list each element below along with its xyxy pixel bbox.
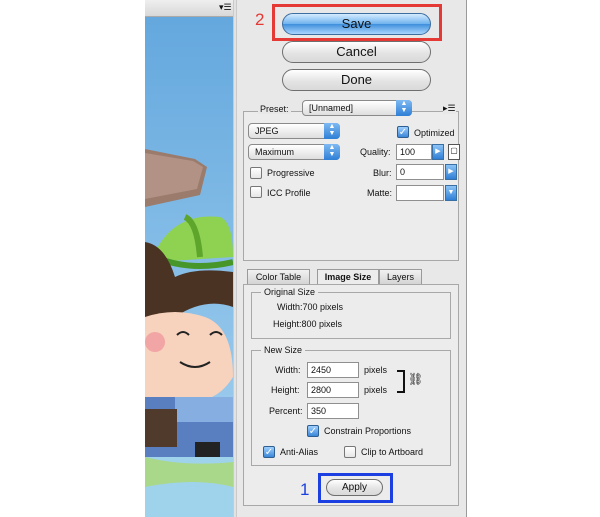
quality-table-icon[interactable]: ▢: [448, 144, 460, 160]
popup-arrows-icon: ▲ ▼: [324, 123, 340, 139]
new-size-title: New Size: [261, 345, 306, 355]
new-height-input[interactable]: 2800: [307, 382, 359, 398]
clip-to-artboard-label: Clip to Artboard: [361, 447, 424, 457]
new-height-unit: pixels: [364, 385, 388, 395]
optimized-checkbox[interactable]: ✓: [397, 126, 409, 138]
tab-color-table[interactable]: Color Table: [247, 269, 310, 284]
anti-alias-label: Anti-Alias: [280, 447, 319, 457]
step-2-number: 2: [255, 10, 265, 29]
original-width: Width:700 pixels: [277, 302, 344, 312]
percent-label: Percent:: [269, 406, 303, 416]
icc-profile-label: ICC Profile: [267, 188, 311, 198]
new-width-label: Width:: [275, 365, 301, 375]
new-height-label: Height:: [271, 385, 300, 395]
new-width-input[interactable]: 2450: [307, 362, 359, 378]
chain-link-icon: ⛓: [408, 372, 424, 386]
anti-alias-checkbox[interactable]: ✓: [263, 446, 275, 458]
preview-header: ▾☰: [145, 0, 233, 17]
cartoon-character-image: [145, 149, 233, 517]
cancel-button[interactable]: Cancel: [282, 41, 431, 63]
constrain-proportions-checkbox[interactable]: ✓: [307, 425, 319, 437]
done-button[interactable]: Done: [282, 69, 431, 91]
percent-input[interactable]: 350: [307, 403, 359, 419]
new-width-unit: pixels: [364, 365, 388, 375]
image-preview: ▾☰: [145, 0, 233, 517]
apply-highlight-box: [318, 473, 393, 503]
original-size-title: Original Size: [261, 287, 319, 297]
blur-label: Blur:: [373, 168, 392, 178]
blur-slider-arrow-icon[interactable]: ▶: [445, 164, 457, 180]
original-size-group: [251, 292, 451, 339]
format-select[interactable]: JPEG ▲ ▼: [248, 123, 340, 139]
popup-arrows-icon: ▲ ▼: [396, 100, 412, 116]
format-value: JPEG: [255, 126, 279, 136]
save-highlight-box: [272, 4, 442, 41]
matte-label: Matte:: [367, 188, 393, 198]
constrain-proportions-label: Constrain Proportions: [324, 426, 412, 436]
constrain-bracket: [397, 370, 405, 393]
blur-input[interactable]: 0: [396, 164, 444, 180]
quality-label: Quality:: [360, 147, 391, 157]
panel-menu-icon[interactable]: ▾☰: [219, 2, 232, 13]
step-1-number: 1: [300, 480, 310, 499]
icc-profile-checkbox[interactable]: [250, 186, 262, 198]
progressive-checkbox[interactable]: [250, 167, 262, 179]
matte-input[interactable]: [396, 185, 444, 201]
quality-preset-value: Maximum: [255, 147, 295, 157]
optimized-label: Optimized: [414, 128, 455, 138]
matte-dropdown-arrow-icon[interactable]: ▼: [445, 185, 457, 201]
preset-value: [Unnamed]: [309, 103, 354, 113]
preset-select[interactable]: [Unnamed] ▲ ▼: [302, 100, 412, 116]
tab-image-size[interactable]: Image Size: [317, 269, 379, 285]
progressive-label: Progressive: [267, 168, 315, 178]
preset-menu-icon[interactable]: ▸☰: [443, 103, 456, 114]
clip-to-artboard-checkbox[interactable]: [344, 446, 356, 458]
tab-layers[interactable]: Layers: [379, 269, 422, 284]
quality-slider-arrow-icon[interactable]: ▶: [432, 144, 444, 160]
quality-preset-select[interactable]: Maximum ▲ ▼: [248, 144, 340, 160]
popup-arrows-icon: ▲ ▼: [324, 144, 340, 160]
quality-input[interactable]: 100: [396, 144, 432, 160]
save-for-web-panel: Save Cancel Done Preset: [Unnamed] ▲ ▼ ▸☰…: [237, 0, 467, 517]
preset-label: Preset:: [258, 104, 291, 114]
original-height: Height:800 pixels: [273, 319, 343, 329]
